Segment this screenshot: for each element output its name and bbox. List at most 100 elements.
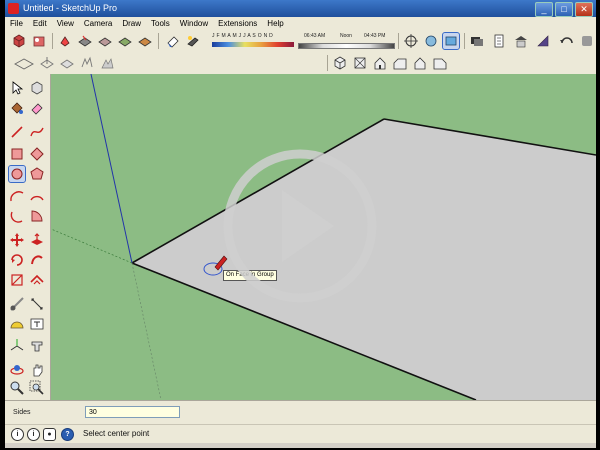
zoom-icon[interactable] bbox=[9, 380, 25, 396]
time-start: 06:43 AM bbox=[304, 33, 326, 39]
outliner-icon[interactable] bbox=[491, 33, 507, 49]
play-video-icon[interactable] bbox=[222, 148, 378, 304]
scale-icon[interactable] bbox=[9, 272, 25, 288]
shadow-date-slider[interactable]: J F M A M J J A S O N D bbox=[212, 33, 294, 49]
back-view-icon[interactable] bbox=[412, 55, 428, 71]
red-axis-dotted bbox=[131, 262, 162, 400]
menu-view[interactable]: View bbox=[52, 17, 79, 30]
rectangle-icon[interactable] bbox=[9, 146, 25, 162]
section-plane-icon[interactable] bbox=[13, 55, 35, 71]
help-icon[interactable]: ? bbox=[61, 428, 74, 441]
menu-extensions[interactable]: Extensions bbox=[213, 17, 262, 30]
move-icon[interactable] bbox=[9, 232, 25, 248]
shadow-date-track[interactable] bbox=[212, 42, 294, 47]
iso-view-icon[interactable] bbox=[332, 55, 348, 71]
maximize-button[interactable]: □ bbox=[555, 2, 573, 17]
section-cut-icon[interactable] bbox=[59, 55, 75, 71]
menu-edit[interactable]: Edit bbox=[28, 17, 52, 30]
front-view-icon[interactable] bbox=[372, 55, 388, 71]
position-camera-icon[interactable] bbox=[403, 33, 419, 49]
undo-icon[interactable] bbox=[559, 33, 575, 49]
menu-camera[interactable]: Camera bbox=[79, 17, 117, 30]
credits-icon[interactable]: i bbox=[27, 428, 40, 441]
section-icon[interactable] bbox=[77, 33, 93, 49]
window-title: Untitled - SketchUp Pro bbox=[23, 3, 118, 13]
line-icon[interactable] bbox=[9, 124, 25, 140]
minimize-button[interactable]: _ bbox=[535, 2, 553, 17]
menu-draw[interactable]: Draw bbox=[117, 17, 146, 30]
menu-tools[interactable]: Tools bbox=[146, 17, 175, 30]
shadow-time-track[interactable] bbox=[298, 43, 395, 49]
zoom-window-icon[interactable] bbox=[29, 380, 45, 396]
cube-icon[interactable] bbox=[11, 33, 27, 49]
shadow-toggle-icon[interactable] bbox=[185, 33, 201, 49]
left-view-icon[interactable] bbox=[432, 55, 448, 71]
push-pull-icon[interactable] bbox=[29, 232, 45, 248]
menu-bar: File Edit View Camera Draw Tools Window … bbox=[5, 17, 596, 30]
secondary-toolbar bbox=[5, 52, 596, 75]
three-point-arc-icon[interactable] bbox=[9, 208, 25, 224]
3d-text-icon[interactable] bbox=[29, 338, 45, 354]
eraser-icon[interactable] bbox=[165, 33, 181, 49]
menu-window[interactable]: Window bbox=[175, 17, 213, 30]
textured-icon[interactable] bbox=[137, 33, 153, 49]
extension-icon[interactable] bbox=[579, 33, 595, 49]
shadow-time-slider[interactable]: 06:43 AM Noon 04:43 PM bbox=[298, 33, 395, 49]
polygon-icon[interactable] bbox=[29, 166, 45, 182]
sandbox-icon[interactable] bbox=[79, 55, 95, 71]
geo-location-icon[interactable]: i bbox=[11, 428, 24, 441]
component-icon[interactable] bbox=[31, 33, 47, 49]
status-text: Select center point bbox=[83, 429, 150, 438]
status-bar: i i ● ? Select center point bbox=[5, 424, 596, 443]
pan-icon[interactable] bbox=[29, 362, 45, 378]
circle-icon[interactable] bbox=[8, 165, 26, 183]
vcb-value-field[interactable]: 30 bbox=[85, 406, 180, 418]
eraser-icon[interactable] bbox=[29, 100, 45, 116]
main-toolbar: J F M A M J J A S O N D 06:43 AM Noon 04… bbox=[5, 30, 596, 53]
user-icon[interactable]: ● bbox=[43, 428, 56, 441]
sketchup-app-icon bbox=[8, 3, 19, 14]
scenes-icon[interactable] bbox=[513, 33, 529, 49]
offset-icon[interactable] bbox=[29, 272, 45, 288]
select-icon[interactable] bbox=[9, 80, 25, 96]
styles-icon[interactable] bbox=[535, 33, 551, 49]
rotate-icon[interactable] bbox=[9, 252, 25, 268]
tools-sidebar bbox=[5, 74, 51, 400]
shaded-icon[interactable] bbox=[117, 33, 133, 49]
paint-icon[interactable] bbox=[57, 33, 73, 49]
tape-measure-icon[interactable] bbox=[9, 296, 25, 312]
terrain-icon[interactable] bbox=[99, 55, 115, 71]
measurements-box: Sides 30 bbox=[5, 400, 596, 425]
follow-me-icon[interactable] bbox=[29, 252, 45, 268]
axes-icon[interactable] bbox=[9, 338, 25, 354]
close-button[interactable]: ✕ bbox=[575, 2, 593, 17]
text-icon[interactable] bbox=[29, 316, 45, 332]
blue-axis bbox=[90, 74, 133, 264]
face-style-icon[interactable] bbox=[97, 33, 113, 49]
paint-bucket-icon[interactable] bbox=[9, 100, 25, 116]
arc-icon[interactable] bbox=[9, 188, 25, 204]
layers-icon[interactable] bbox=[469, 33, 485, 49]
menu-help[interactable]: Help bbox=[262, 17, 288, 30]
shadow-months: J F M A M J J A S O N D bbox=[212, 33, 274, 39]
orbit-icon[interactable] bbox=[9, 362, 25, 378]
two-point-arc-icon[interactable] bbox=[29, 188, 45, 204]
section-display-icon[interactable] bbox=[39, 55, 55, 71]
vcb-label: Sides bbox=[13, 409, 31, 416]
menu-file[interactable]: File bbox=[5, 17, 28, 30]
time-mid: Noon bbox=[340, 33, 352, 39]
top-view-icon[interactable] bbox=[352, 55, 368, 71]
green-axis bbox=[51, 228, 133, 264]
time-end: 04:43 PM bbox=[364, 33, 386, 39]
protractor-icon[interactable] bbox=[9, 316, 25, 332]
right-view-icon[interactable] bbox=[392, 55, 408, 71]
make-component-icon[interactable] bbox=[29, 80, 45, 96]
freehand-icon[interactable] bbox=[29, 124, 45, 140]
dimension-icon[interactable] bbox=[29, 296, 45, 312]
walk-icon[interactable] bbox=[442, 32, 460, 50]
title-bar: Untitled - SketchUp Pro _ □ ✕ bbox=[5, 0, 596, 17]
look-around-icon[interactable] bbox=[423, 33, 439, 49]
rotated-rectangle-icon[interactable] bbox=[29, 146, 45, 162]
pie-icon[interactable] bbox=[29, 208, 45, 224]
video-frame: Untitled - SketchUp Pro _ □ ✕ File Edit … bbox=[0, 0, 600, 450]
